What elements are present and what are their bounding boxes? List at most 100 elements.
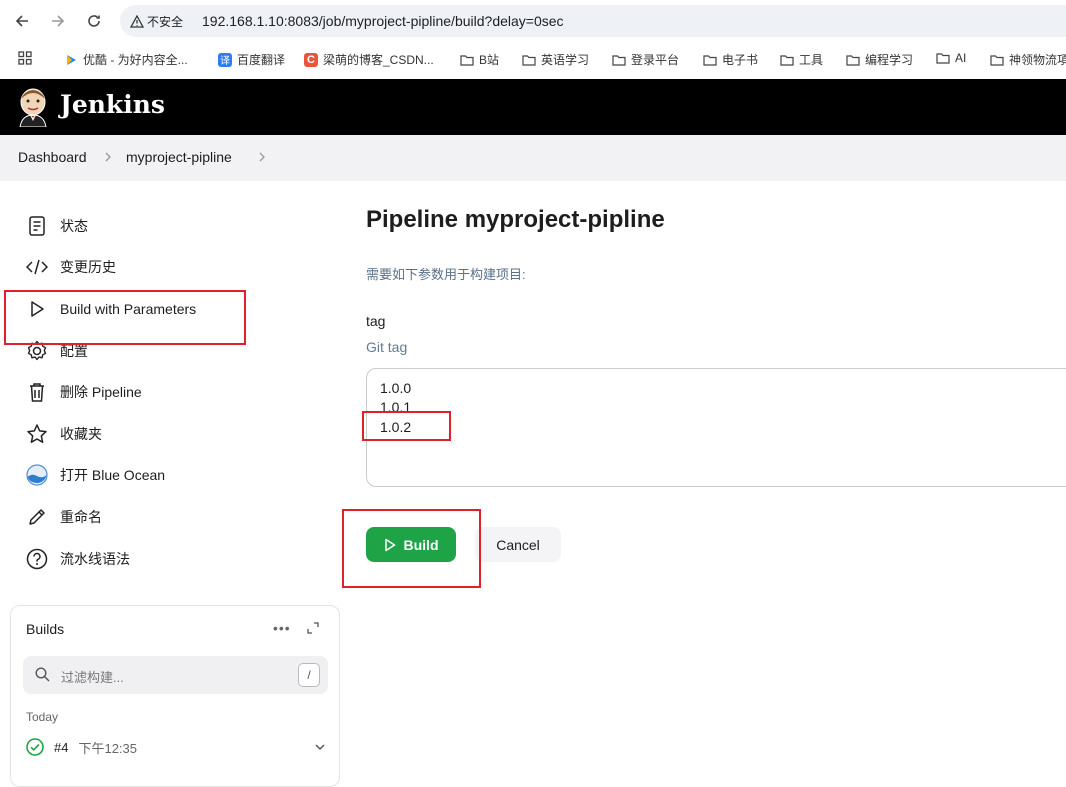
cancel-button-label: Cancel (496, 536, 540, 553)
bookmark-youku[interactable]: 优酷 - 为好内容全... (64, 51, 188, 68)
bookmark-folder[interactable]: 工具 (780, 51, 823, 68)
bookmarks-bar: 优酷 - 为好内容全... 译 百度翻译 C 梁萌的博客_CSDN... B站 … (0, 42, 1066, 78)
keyboard-shortcut-badge: / (298, 663, 320, 687)
sidebar-item-pipeline-syntax[interactable]: 流水线语法 (26, 547, 130, 571)
folder-icon (612, 53, 626, 67)
bookmark-label: 百度翻译 (237, 53, 286, 67)
annotation-box-build-button (342, 509, 481, 588)
bookmark-folder[interactable]: AI (936, 51, 966, 65)
help-icon (26, 548, 48, 570)
jenkins-butler-icon (19, 88, 47, 127)
parameter-name: tag (366, 313, 386, 329)
bookmark-label: 编程学习 (865, 53, 914, 67)
security-label: 不安全 (147, 15, 184, 29)
tag-select-list[interactable]: 1.0.0 1.0.1 1.0.2 (366, 368, 1066, 487)
sidebar-item-label: 删除 Pipeline (60, 384, 142, 400)
sidebar-item-blue-ocean[interactable]: 打开 Blue Ocean (26, 463, 165, 487)
reload-button[interactable] (82, 9, 106, 33)
reload-icon (88, 15, 100, 27)
jenkins-logo[interactable] (16, 87, 50, 127)
jenkins-title[interactable]: Jenkins (60, 90, 165, 119)
browser-toolbar: 不安全 192.168.1.10:8083/job/myproject-pipl… (0, 0, 1066, 42)
folder-icon (460, 53, 474, 67)
security-indicator[interactable]: 不安全 (130, 13, 183, 30)
trash-icon (26, 381, 48, 403)
chevron-right-icon[interactable] (258, 151, 266, 163)
folder-icon (703, 53, 717, 67)
tag-option[interactable]: 1.0.0 (380, 380, 411, 396)
sidebar-item-label: 打开 Blue Ocean (60, 467, 166, 483)
folder-icon (780, 53, 794, 67)
forward-button[interactable] (46, 9, 70, 33)
parameter-description: Git tag (366, 339, 408, 355)
bookmark-folder[interactable]: B站 (460, 51, 499, 68)
filter-placeholder: 过滤构建... (61, 670, 124, 685)
status-icon (26, 215, 48, 237)
pencil-icon (26, 506, 48, 528)
folder-icon (990, 53, 1004, 67)
folder-icon (846, 53, 860, 67)
warning-icon (130, 15, 144, 28)
build-group-label: Today (26, 710, 59, 724)
sidebar-item-rename[interactable]: 重命名 (26, 505, 102, 529)
bookmark-folder[interactable]: 登录平台 (612, 51, 679, 68)
cancel-button[interactable]: Cancel (475, 527, 561, 562)
sidebar-item-changes[interactable]: 变更历史 (26, 255, 116, 279)
bookmark-label: 优酷 - 为好内容全... (83, 53, 188, 67)
arrow-right-icon (52, 15, 65, 27)
bookmark-baidu-translate[interactable]: 译 百度翻译 (218, 51, 285, 68)
success-check-icon (26, 738, 44, 756)
more-options-icon[interactable]: ••• (273, 620, 291, 636)
folder-icon (936, 51, 950, 65)
back-button[interactable] (10, 9, 34, 33)
bookmark-folder[interactable]: 编程学习 (846, 51, 913, 68)
address-bar[interactable]: 不安全 192.168.1.10:8083/job/myproject-pipl… (120, 5, 1066, 37)
bookmark-label: AI (955, 51, 967, 65)
bookmark-csdn[interactable]: C 梁萌的博客_CSDN... (304, 51, 434, 68)
bookmark-folder[interactable]: 电子书 (703, 51, 758, 68)
bookmark-label: 英语学习 (541, 53, 590, 67)
apps-button[interactable] (18, 51, 32, 65)
breadcrumb-dashboard[interactable]: Dashboard (18, 149, 87, 165)
url-text[interactable]: 192.168.1.10:8083/job/myproject-pipline/… (202, 13, 564, 29)
build-row[interactable]: #4 下午12:35 (26, 736, 326, 758)
bookmark-label: 梁萌的博客_CSDN... (323, 53, 434, 67)
builds-panel: Builds ••• 过滤构建... / Today #4 下午12:35 (10, 605, 340, 787)
bookmark-label: 登录平台 (631, 53, 680, 67)
bookmark-label: 电子书 (722, 53, 759, 67)
chevron-down-icon[interactable] (314, 743, 326, 751)
bookmark-label: 神领物流項 (1009, 53, 1066, 67)
youku-icon (64, 53, 78, 67)
jenkins-header: Jenkins (0, 79, 1066, 135)
csdn-icon: C (304, 52, 318, 67)
bookmark-label: B站 (479, 53, 500, 67)
sidebar-item-label: 重命名 (60, 509, 102, 525)
apps-grid-icon (18, 51, 32, 65)
build-filter-input[interactable]: 过滤构建... / (23, 656, 328, 694)
annotation-box-selected-tag (362, 411, 451, 441)
bookmark-label: 工具 (799, 53, 824, 67)
build-number[interactable]: #4 (54, 740, 68, 755)
sidebar-item-label: 状态 (60, 218, 88, 234)
baidu-translate-icon: 译 (218, 52, 232, 67)
arrow-left-icon (15, 15, 28, 27)
sidebar-item-label: 收藏夹 (60, 426, 102, 442)
annotation-box-build-with-parameters (4, 290, 246, 345)
sidebar-item-status[interactable]: 状态 (26, 214, 88, 238)
sidebar-item-delete-pipeline[interactable]: 删除 Pipeline (26, 380, 142, 404)
bookmark-folder[interactable]: 英语学习 (522, 51, 589, 68)
folder-icon (522, 53, 536, 67)
blue-ocean-icon (26, 464, 48, 486)
search-icon (35, 667, 50, 682)
sidebar-item-favorite[interactable]: 收藏夹 (26, 422, 102, 446)
page-title: Pipeline myproject-pipline (366, 206, 665, 233)
breadcrumb-project[interactable]: myproject-pipline (126, 149, 232, 165)
bookmark-folder[interactable]: 神领物流項 (990, 51, 1066, 68)
chevron-right-icon (104, 151, 112, 163)
page-description: 需要如下参数用于构建项目: (366, 267, 526, 282)
sidebar-item-label: 流水线语法 (60, 551, 130, 567)
breadcrumb: Dashboard myproject-pipline (0, 135, 1066, 181)
star-icon (26, 423, 48, 445)
expand-icon[interactable] (307, 622, 319, 634)
builds-title: Builds (26, 621, 65, 637)
